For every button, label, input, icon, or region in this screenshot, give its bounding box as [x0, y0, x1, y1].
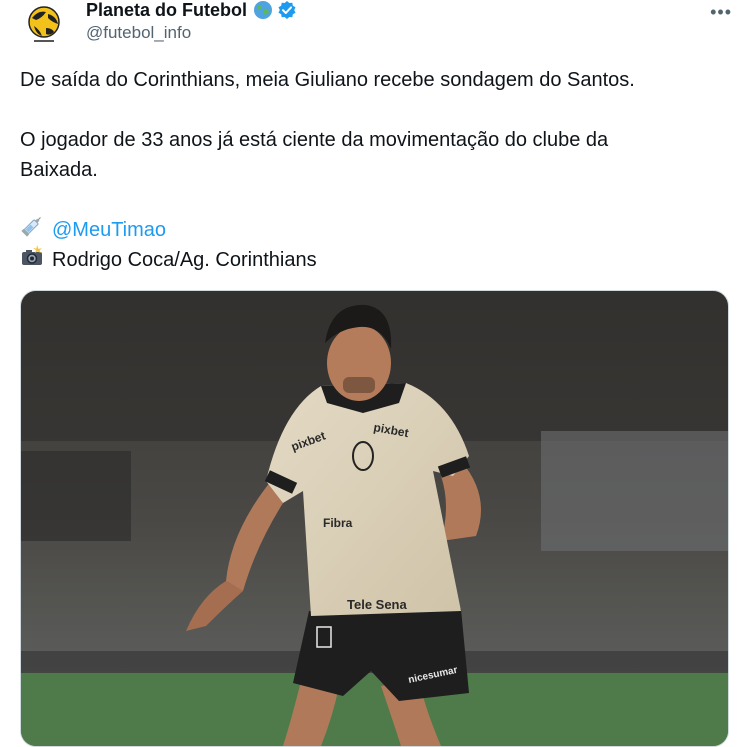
more-icon[interactable]: •••: [710, 2, 732, 23]
photo-image: pixbet pixbet Fibra Tele Sena nicesumar: [21, 291, 728, 746]
camera-flash-icon: [20, 244, 46, 277]
author-name[interactable]: Planeta do Futebol: [86, 0, 247, 21]
tweet-line-1: De saída do Corinthians, meia Giuliano r…: [20, 69, 635, 91]
globe-icon: [253, 0, 273, 20]
avatar[interactable]: [20, 0, 68, 48]
photo-credit: Rodrigo Coca/Ag. Corinthians: [52, 248, 317, 271]
tweet-header: Planeta do Futebol @futebol_info •••: [20, 0, 732, 52]
tweet-photo[interactable]: pixbet pixbet Fibra Tele Sena nicesumar: [20, 290, 729, 747]
credit-line: Rodrigo Coca/Ag. Corinthians: [20, 244, 732, 277]
verified-badge-icon: [277, 0, 297, 20]
source-mention-link[interactable]: @MeuTimao: [52, 219, 166, 241]
shirt-text-3: Fibra: [323, 516, 353, 530]
author-handle[interactable]: @futebol_info: [86, 23, 191, 43]
source-line: @MeuTimao: [20, 214, 732, 247]
tweet-line-2a: O jogador de 33 anos já está ciente da m…: [20, 129, 609, 151]
shirt-text-4: Tele Sena: [347, 597, 408, 612]
tweet-line-2b: Baixada.: [20, 159, 98, 181]
syringe-icon: [20, 214, 46, 247]
